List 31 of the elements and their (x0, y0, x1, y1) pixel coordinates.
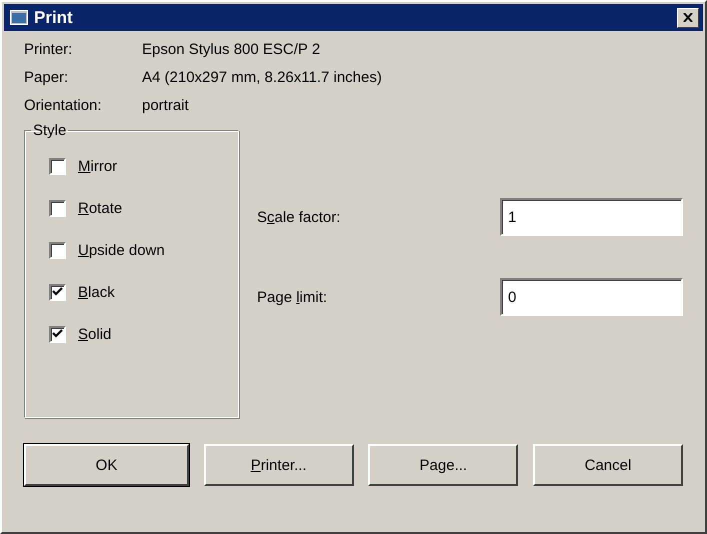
checkbox-label[interactable]: Rotate (78, 200, 122, 216)
checkbox[interactable] (49, 158, 66, 174)
group-title: Style (32, 122, 68, 139)
check-icon (52, 287, 63, 297)
info-value: Epson Stylus 800 ESC/P 2 (142, 41, 322, 58)
input-field[interactable]: 0 (500, 278, 683, 316)
info-label: Paper: (24, 69, 70, 86)
info-value: portrait (142, 97, 190, 114)
input-field[interactable]: 1 (500, 198, 683, 236)
info-label: Printer: (24, 41, 74, 58)
dialog-button[interactable]: Cancel (532, 444, 683, 486)
dialog-button[interactable]: Printer... (204, 444, 354, 486)
checkbox[interactable] (49, 200, 66, 216)
field-label: Scale factor: (257, 208, 340, 226)
checkbox[interactable] (49, 284, 66, 300)
window-title: Print (34, 8, 74, 28)
close-button[interactable] (677, 8, 699, 28)
info-value: A4 (210x297 mm, 8.26x11.7 inches) (142, 69, 383, 86)
dialog-button[interactable]: Page... (368, 444, 518, 486)
dialog-button[interactable]: OK (24, 444, 189, 486)
window-icon (10, 10, 28, 25)
checkbox-label[interactable]: Solid (78, 326, 112, 342)
checkbox-label[interactable]: Mirror (78, 158, 118, 174)
field-label: Page limit: (257, 288, 328, 306)
info-label: Orientation: (24, 97, 103, 114)
checkbox[interactable] (49, 242, 66, 258)
checkbox-label[interactable]: Black (78, 284, 115, 300)
close-icon (683, 13, 693, 22)
checkbox[interactable] (49, 326, 66, 342)
checkbox-label[interactable]: Upside down (78, 242, 165, 258)
check-icon (52, 329, 63, 339)
